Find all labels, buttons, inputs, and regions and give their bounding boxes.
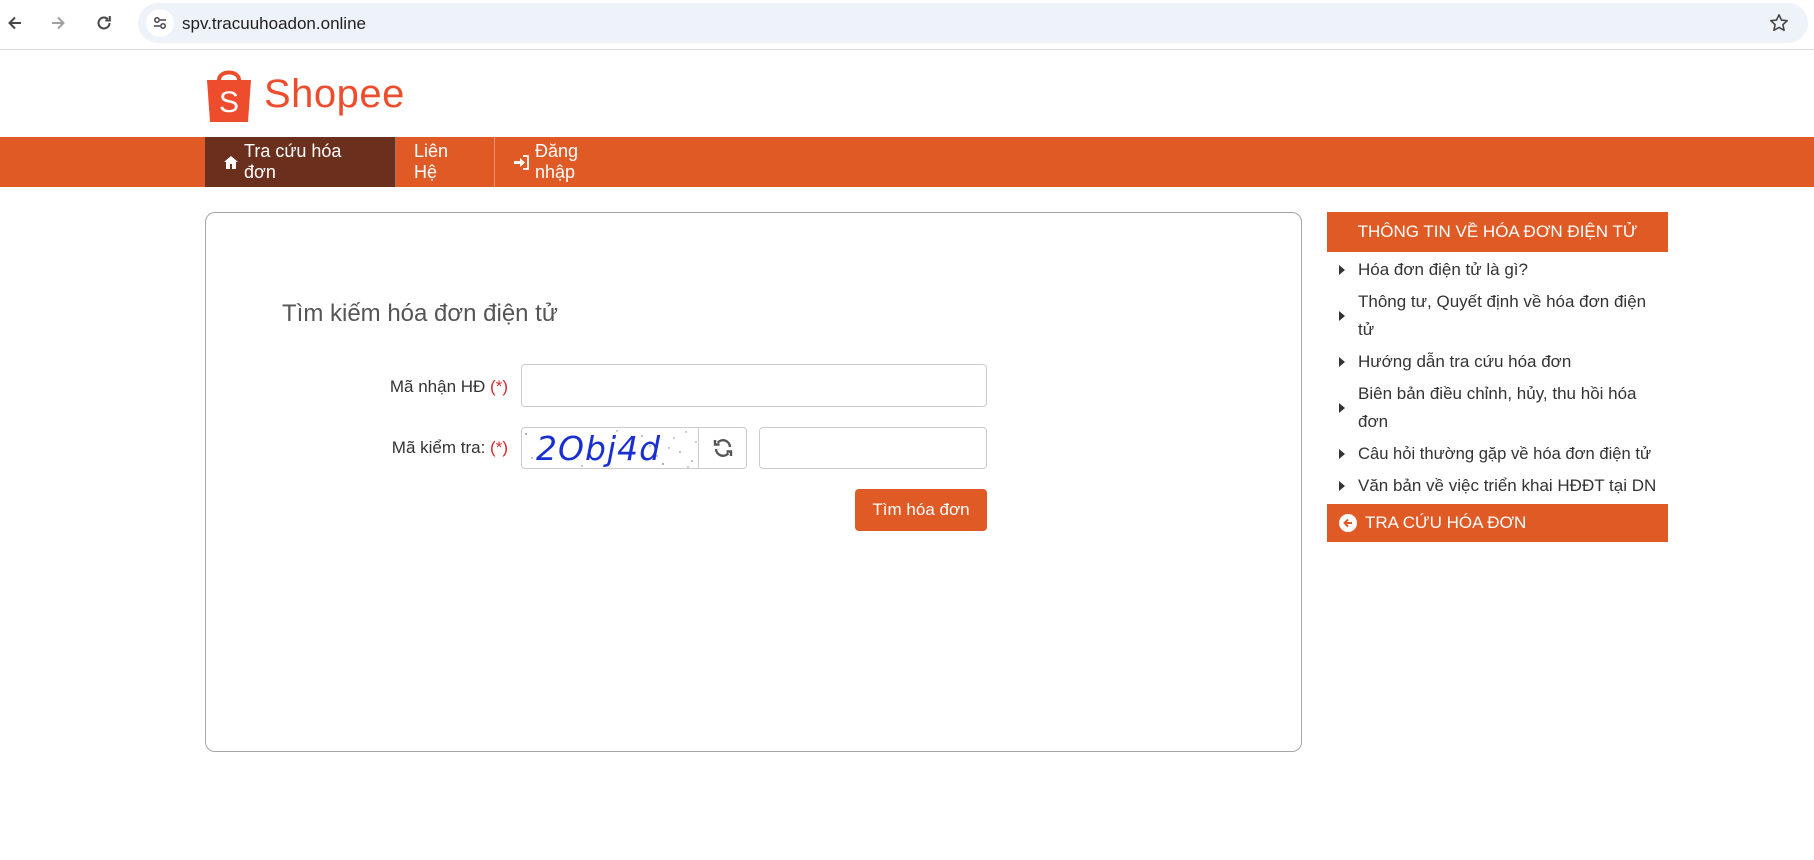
sidebar-item-label: Văn bản về việc triển khai HĐĐT tại DN [1358, 476, 1657, 495]
circle-arrow-left-icon [1339, 514, 1357, 532]
caret-right-icon [1339, 357, 1345, 367]
nav-item-label: Tra cứu hóa đơn [244, 141, 342, 182]
required-mark: (*) [490, 377, 508, 396]
caret-right-icon [1339, 265, 1345, 275]
sidebar-item-label: Hướng dẫn tra cứu hóa đơn [1358, 352, 1572, 371]
sidebar-list: Hóa đơn điện tử là gì? Thông tư, Quyết đ… [1327, 252, 1668, 500]
browser-toolbar: spv.tracuuhoadon.online [0, 0, 1814, 50]
sidebar-item-label: Câu hỏi thường gặp về hóa đơn điện tử [1358, 444, 1652, 463]
arrow-left-icon[interactable] [0, 8, 30, 38]
main-navbar: Tra cứu hóa đơn Liên Hệ Đăng nhập [0, 137, 1814, 187]
caret-right-icon [1339, 403, 1345, 413]
receive-code-label-text: Mã nhận HĐ [389, 377, 486, 396]
url-text[interactable]: spv.tracuuhoadon.online [182, 14, 366, 34]
check-code-input[interactable] [759, 427, 987, 469]
refresh-icon[interactable] [699, 427, 747, 469]
sign-in-icon [513, 154, 530, 170]
required-mark: (*) [490, 438, 508, 457]
receive-code-label: Mã nhận HĐ (*) [326, 377, 508, 397]
check-code-label: Mã kiểm tra: (*) [326, 438, 508, 458]
caret-right-icon [1339, 481, 1345, 491]
sidebar-item-faq[interactable]: Câu hỏi thường gặp về hóa đơn điện tử [1327, 440, 1668, 468]
sidebar-footer-label: TRA CỨU HÓA ĐƠN [1365, 513, 1527, 532]
star-icon[interactable] [1768, 12, 1790, 34]
sidebar-item-lookup-guide[interactable]: Hướng dẫn tra cứu hóa đơn [1327, 348, 1668, 376]
sidebar-item-label: Hóa đơn điện tử là gì? [1358, 260, 1528, 279]
receive-code-input[interactable] [521, 364, 987, 407]
sidebar-item-deployment-documents[interactable]: Văn bản về việc triển khai HĐĐT tại DN [1327, 472, 1668, 500]
sidebar-item-label: Biên bản điều chỉnh, hủy, thu hồi hóa đơ… [1358, 384, 1637, 431]
nav-item-invoice-lookup[interactable]: Tra cứu hóa đơn [205, 137, 396, 187]
page-title: Tìm kiếm hóa đơn điện tử [282, 300, 558, 327]
shopping-bag-icon: S [207, 70, 251, 122]
tune-icon[interactable] [146, 9, 174, 37]
logo-text: Shopee [264, 71, 405, 116]
nav-item-label: Đăng nhập [535, 141, 579, 182]
address-bar[interactable]: spv.tracuuhoadon.online [138, 3, 1808, 43]
captcha-text: 2Obj4d [536, 429, 662, 468]
invoice-search-panel: Tìm kiếm hóa đơn điện tử Mã nhận HĐ (*) … [205, 212, 1302, 752]
sidebar-header: THÔNG TIN VỀ HÓA ĐƠN ĐIỆN TỬ [1327, 212, 1668, 252]
svg-text:S: S [219, 86, 239, 119]
invoice-info-sidebar: THÔNG TIN VỀ HÓA ĐƠN ĐIỆN TỬ Hóa đơn điệ… [1327, 212, 1668, 542]
sidebar-lookup-link[interactable]: TRA CỨU HÓA ĐƠN [1327, 504, 1668, 542]
caret-right-icon [1339, 449, 1345, 459]
nav-item-label: Liên Hệ [414, 141, 449, 182]
search-invoice-button[interactable]: Tìm hóa đơn [855, 489, 987, 531]
sidebar-item-adjustment-records[interactable]: Biên bản điều chỉnh, hủy, thu hồi hóa đơ… [1327, 380, 1668, 436]
check-code-label-text: Mã kiểm tra: [391, 438, 486, 457]
captcha-image: 2Obj4d [521, 427, 699, 469]
reload-icon[interactable] [89, 8, 119, 38]
sidebar-item-label: Thông tư, Quyết định về hóa đơn điện tử [1358, 292, 1647, 339]
home-icon [223, 155, 239, 170]
nav-item-contact[interactable]: Liên Hệ [396, 137, 495, 187]
sidebar-item-circulars[interactable]: Thông tư, Quyết định về hóa đơn điện tử [1327, 288, 1668, 344]
shopee-logo[interactable]: S Shopee [204, 62, 405, 126]
arrow-right-icon[interactable] [43, 8, 73, 38]
sidebar-item-what-is-einvoice[interactable]: Hóa đơn điện tử là gì? [1327, 256, 1668, 284]
caret-right-icon [1339, 311, 1345, 321]
nav-item-login[interactable]: Đăng nhập [495, 137, 635, 187]
